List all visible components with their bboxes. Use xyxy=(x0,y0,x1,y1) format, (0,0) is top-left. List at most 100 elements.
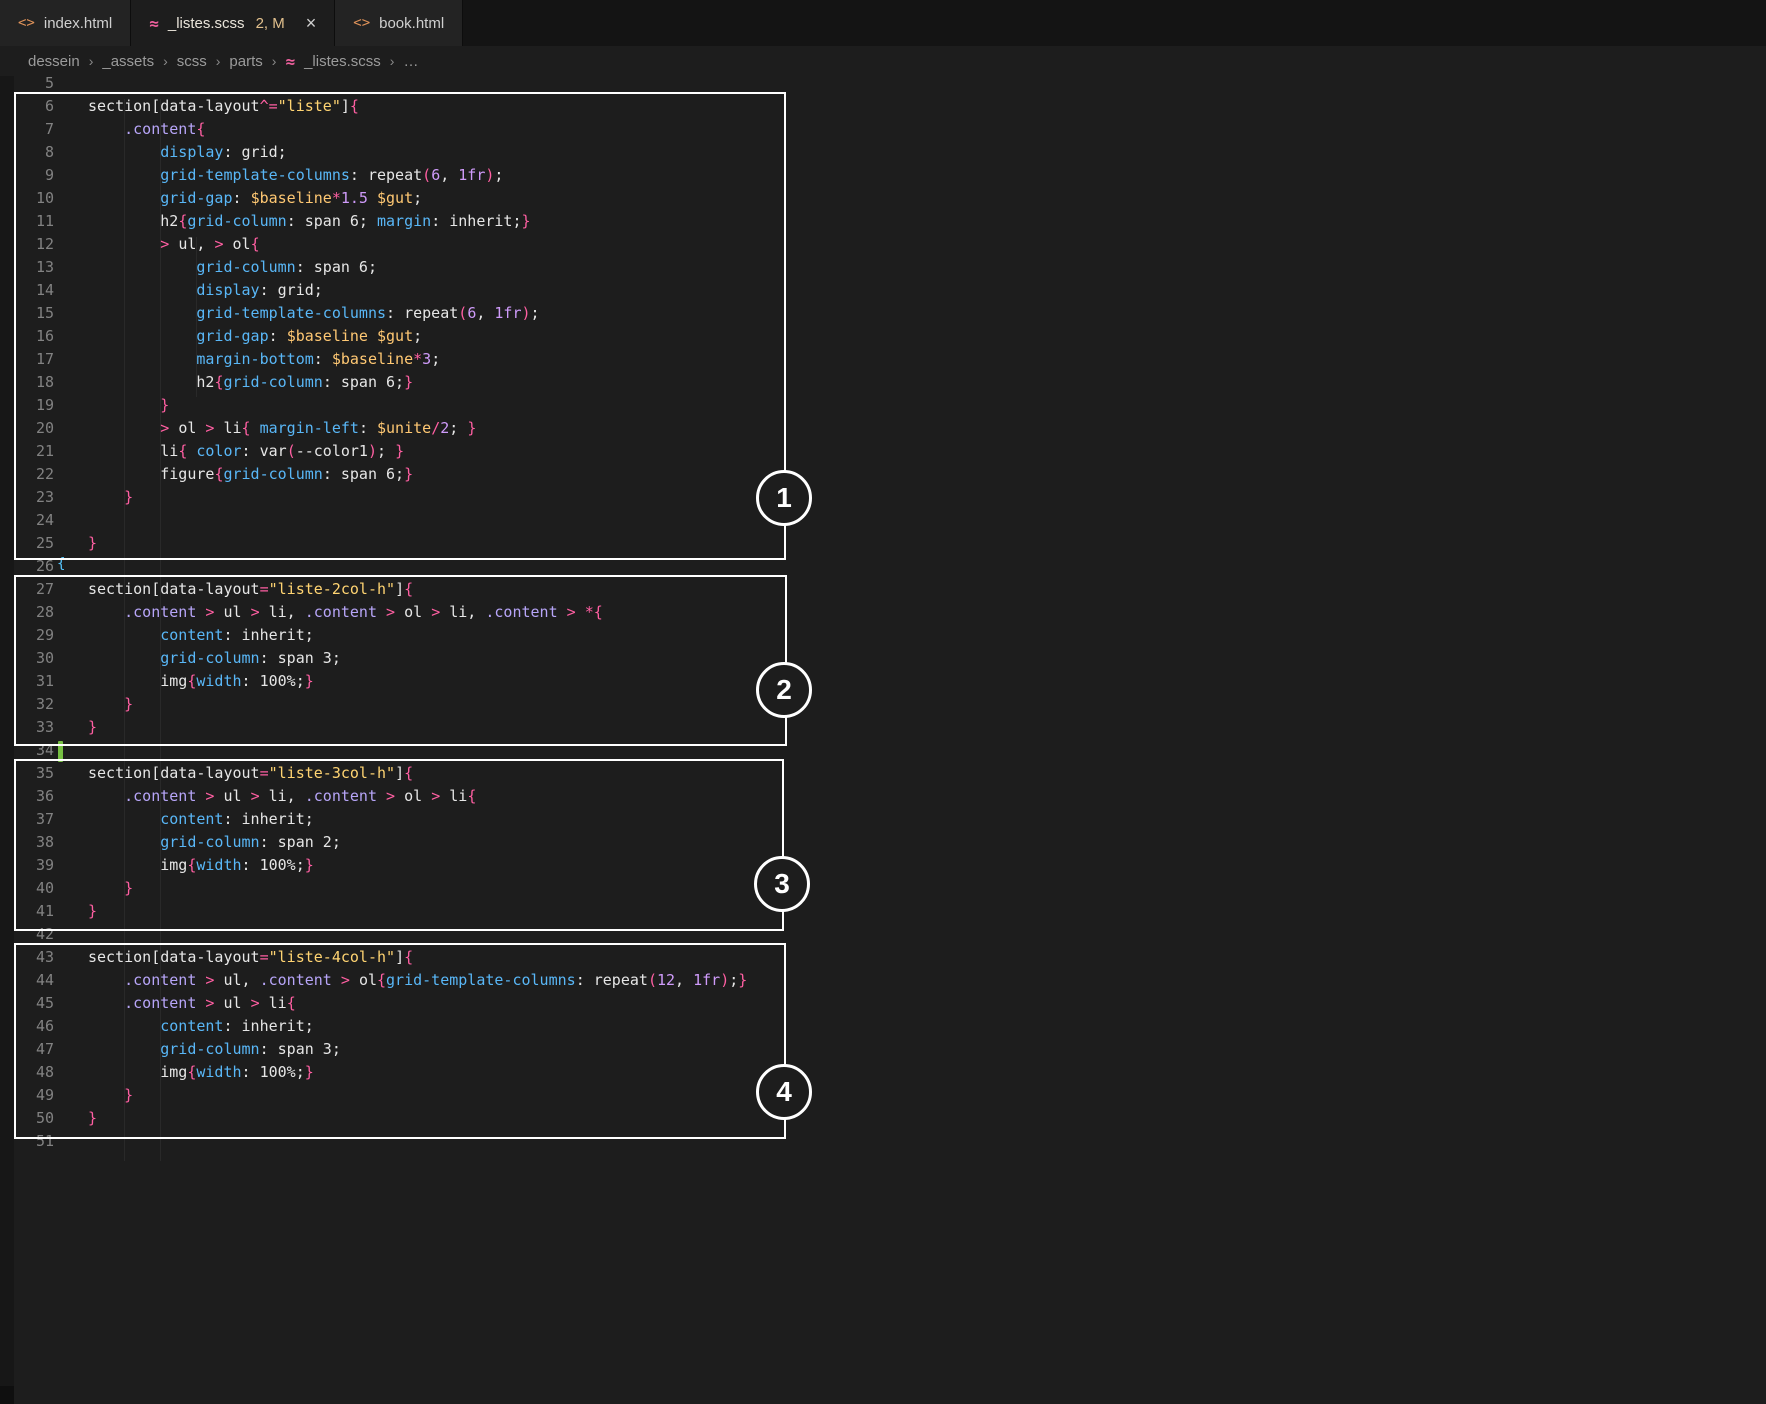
line-number: 15 xyxy=(0,302,54,325)
code-line[interactable]: 48 img{width: 100%;} xyxy=(0,1061,1766,1084)
tab-modified-badge: 2, M xyxy=(256,15,285,32)
line-number: 44 xyxy=(0,969,54,992)
breadcrumb-file[interactable]: _listes.scss xyxy=(304,53,381,70)
code-line[interactable]: 34 xyxy=(0,739,1766,762)
code-line[interactable]: 12 > ul, > ol{ xyxy=(0,233,1766,256)
line-number: 34 xyxy=(0,739,54,762)
tab-label: book.html xyxy=(379,15,444,32)
code-line[interactable]: 37 content: inherit; xyxy=(0,808,1766,831)
code-line[interactable]: 41} xyxy=(0,900,1766,923)
code-line[interactable]: 51 xyxy=(0,1130,1766,1153)
line-number: 42 xyxy=(0,923,54,946)
code-line-text: section[data-layout="liste-3col-h"]{ xyxy=(54,762,413,785)
sass-file-icon: ≈ xyxy=(149,14,159,33)
code-line-text: } xyxy=(54,693,133,716)
code-line-text: .content > ul, .content > ol{grid-templa… xyxy=(54,969,747,992)
code-line[interactable]: 32 } xyxy=(0,693,1766,716)
tab-label: _listes.scss xyxy=(168,15,245,32)
code-line-text: } xyxy=(54,1084,133,1107)
code-line-text: grid-column: span 6; xyxy=(54,256,377,279)
code-line[interactable]: 47 grid-column: span 3; xyxy=(0,1038,1766,1061)
code-line-text: li{ color: var(--color1); } xyxy=(54,440,404,463)
code-line[interactable]: 5 xyxy=(0,72,1766,95)
line-number: 5 xyxy=(0,72,54,95)
line-number: 31 xyxy=(0,670,54,693)
code-line[interactable]: 18 h2{grid-column: span 6;} xyxy=(0,371,1766,394)
code-line[interactable]: 16 grid-gap: $baseline $gut; xyxy=(0,325,1766,348)
line-number: 38 xyxy=(0,831,54,854)
tab-_listes.scss[interactable]: ≈ _listes.scss 2, M × xyxy=(131,0,335,46)
code-line[interactable]: 8 display: grid; xyxy=(0,141,1766,164)
code-line[interactable]: 20 > ol > li{ margin-left: $unite/2; } xyxy=(0,417,1766,440)
code-line-text: grid-template-columns: repeat(6, 1fr); xyxy=(54,302,540,325)
line-number: 32 xyxy=(0,693,54,716)
code-line-text: .content > ul > li{ xyxy=(54,992,296,1015)
line-number: 24 xyxy=(0,509,54,532)
code-line[interactable]: 49 } xyxy=(0,1084,1766,1107)
tab-index.html[interactable]: <>index.html xyxy=(0,0,131,46)
code-editor-window: <>index.html ≈ _listes.scss 2, M × <>book.htm… xyxy=(0,0,1766,1404)
code-line[interactable]: 40 } xyxy=(0,877,1766,900)
editor-pane[interactable]: 56section[data-layout^="liste"]{7 .conte… xyxy=(0,76,1766,1404)
code-line-text: h2{grid-column: span 6;} xyxy=(54,371,413,394)
code-line-text: h2{grid-column: span 6; margin: inherit;… xyxy=(54,210,531,233)
line-number: 35 xyxy=(0,762,54,785)
code-line-text xyxy=(54,1130,88,1153)
code-line[interactable]: 24 xyxy=(0,509,1766,532)
code-line[interactable]: 28 .content > ul > li, .content > ol > l… xyxy=(0,601,1766,624)
code-line[interactable]: 19 } xyxy=(0,394,1766,417)
code-line[interactable]: 29 content: inherit; xyxy=(0,624,1766,647)
tab-label: index.html xyxy=(44,15,112,32)
code-area[interactable]: 56section[data-layout^="liste"]{7 .conte… xyxy=(0,72,1766,1153)
line-number: 19 xyxy=(0,394,54,417)
code-line[interactable]: 31 img{width: 100%;} xyxy=(0,670,1766,693)
code-line[interactable]: 36 .content > ul > li, .content > ol > l… xyxy=(0,785,1766,808)
line-number: 41 xyxy=(0,900,54,923)
line-number: 49 xyxy=(0,1084,54,1107)
code-line[interactable]: 23 } xyxy=(0,486,1766,509)
code-line-text: .content > ul > li, .content > ol > li, … xyxy=(54,601,603,624)
breadcrumb-item-scss[interactable]: scss xyxy=(177,53,207,70)
breadcrumb-more[interactable]: … xyxy=(403,53,418,70)
breadcrumb-item-_assets[interactable]: _assets xyxy=(102,53,154,70)
code-line[interactable]: 33} xyxy=(0,716,1766,739)
code-line[interactable]: 9 grid-template-columns: repeat(6, 1fr); xyxy=(0,164,1766,187)
code-line[interactable]: 22 figure{grid-column: span 6;} xyxy=(0,463,1766,486)
code-line[interactable]: 14 display: grid; xyxy=(0,279,1766,302)
breadcrumb-item-parts[interactable]: parts xyxy=(229,53,262,70)
line-number: 40 xyxy=(0,877,54,900)
code-line[interactable]: 35section[data-layout="liste-3col-h"]{ xyxy=(0,762,1766,785)
code-line[interactable]: 17 margin-bottom: $baseline*3; xyxy=(0,348,1766,371)
code-line[interactable]: 25} xyxy=(0,532,1766,555)
code-line[interactable]: 21 li{ color: var(--color1); } xyxy=(0,440,1766,463)
breadcrumb-item-dessein[interactable]: dessein xyxy=(28,53,80,70)
code-line[interactable]: 6section[data-layout^="liste"]{ xyxy=(0,95,1766,118)
code-line[interactable]: 50} xyxy=(0,1107,1766,1130)
code-line[interactable]: 43section[data-layout="liste-4col-h"]{ xyxy=(0,946,1766,969)
code-line[interactable]: 11 h2{grid-column: span 6; margin: inher… xyxy=(0,210,1766,233)
tab-book.html[interactable]: <>book.html xyxy=(335,0,463,46)
close-icon[interactable]: × xyxy=(306,14,317,32)
code-line[interactable]: 44 .content > ul, .content > ol{grid-tem… xyxy=(0,969,1766,992)
code-line-text: } xyxy=(54,532,97,555)
code-line[interactable]: 10 grid-gap: $baseline*1.5 $gut; xyxy=(0,187,1766,210)
code-line-text: img{width: 100%;} xyxy=(54,1061,314,1084)
code-line[interactable]: 15 grid-template-columns: repeat(6, 1fr)… xyxy=(0,302,1766,325)
code-line[interactable]: 26 xyxy=(0,555,1766,578)
code-line[interactable]: 39 img{width: 100%;} xyxy=(0,854,1766,877)
code-line[interactable]: 13 grid-column: span 6; xyxy=(0,256,1766,279)
chevron-right-icon: › xyxy=(89,53,94,69)
line-number: 48 xyxy=(0,1061,54,1084)
code-line[interactable]: 46 content: inherit; xyxy=(0,1015,1766,1038)
code-line-text: img{width: 100%;} xyxy=(54,854,314,877)
code-line[interactable]: 42 xyxy=(0,923,1766,946)
code-line[interactable]: 30 grid-column: span 3; xyxy=(0,647,1766,670)
code-line-text: section[data-layout="liste-4col-h"]{ xyxy=(54,946,413,969)
code-line[interactable]: 7 .content{ xyxy=(0,118,1766,141)
code-line[interactable]: 27section[data-layout="liste-2col-h"]{ xyxy=(0,578,1766,601)
line-number: 22 xyxy=(0,463,54,486)
line-number: 9 xyxy=(0,164,54,187)
line-number: 20 xyxy=(0,417,54,440)
code-line[interactable]: 38 grid-column: span 2; xyxy=(0,831,1766,854)
code-line[interactable]: 45 .content > ul > li{ xyxy=(0,992,1766,1015)
